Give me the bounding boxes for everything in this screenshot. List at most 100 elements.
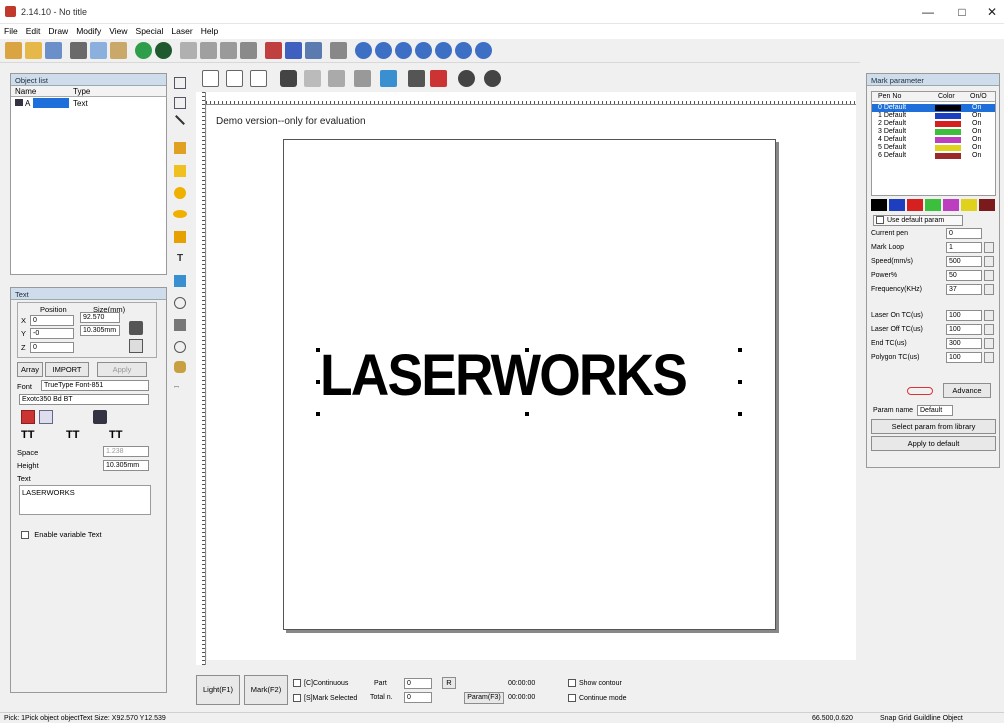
z-position-input[interactable]: 0 bbox=[30, 342, 74, 353]
height-input[interactable]: 10.305mm bbox=[80, 325, 120, 336]
col-type[interactable]: Type bbox=[73, 87, 90, 96]
snap-icon[interactable] bbox=[220, 42, 237, 59]
width-input[interactable]: 92.570 bbox=[80, 312, 120, 323]
part-input[interactable]: 0 bbox=[404, 678, 432, 689]
zoom-page-icon[interactable] bbox=[435, 42, 452, 59]
unlock-object-icon[interactable] bbox=[304, 70, 321, 87]
show-contour-check[interactable] bbox=[568, 679, 576, 687]
font-style-icon[interactable] bbox=[21, 410, 35, 424]
zoom-out-icon[interactable] bbox=[155, 42, 172, 59]
param-name-input[interactable]: Default bbox=[917, 405, 953, 416]
use-default-param-checkbox[interactable]: Use default param bbox=[873, 215, 963, 226]
selection-handle[interactable] bbox=[525, 412, 529, 416]
menu-help[interactable]: Help bbox=[197, 24, 222, 39]
use-default-check[interactable] bbox=[876, 216, 884, 225]
zoom-fit-icon[interactable] bbox=[395, 42, 412, 59]
col-color[interactable]: Color bbox=[938, 93, 955, 100]
open-file-icon[interactable] bbox=[25, 42, 42, 59]
pen-state[interactable]: On bbox=[972, 144, 981, 152]
menu-special[interactable]: Special bbox=[132, 24, 168, 39]
selection-handle[interactable] bbox=[525, 348, 529, 352]
bar-tool-icon[interactable]: ꟷ bbox=[174, 383, 186, 391]
mark-loop-input[interactable]: 1 bbox=[946, 242, 982, 253]
vector-file-icon[interactable] bbox=[174, 297, 186, 309]
col-onoff[interactable]: On/O bbox=[970, 93, 987, 100]
baseline-icon[interactable] bbox=[354, 70, 371, 87]
text-tool-icon[interactable]: T bbox=[174, 253, 186, 265]
pen-row[interactable]: 3 Default On bbox=[872, 128, 995, 136]
end-tc-spinner[interactable] bbox=[984, 338, 994, 349]
apply-button[interactable]: Apply bbox=[97, 362, 147, 377]
drawing-canvas[interactable]: Demo version--only for evaluation LASERW… bbox=[207, 105, 856, 660]
import-button[interactable]: IMPORT bbox=[45, 362, 89, 377]
space-input[interactable]: 1.238 bbox=[103, 446, 149, 457]
circle-tool-icon[interactable] bbox=[174, 187, 186, 199]
pen-state[interactable]: On bbox=[972, 128, 981, 136]
selection-handle[interactable] bbox=[316, 348, 320, 352]
zoom-prev-icon[interactable] bbox=[455, 42, 472, 59]
font-type-select[interactable]: TrueType Font-851 bbox=[41, 380, 149, 391]
mark-selected-checkbox[interactable]: [S]Mark Selected bbox=[293, 694, 357, 702]
align-icon[interactable] bbox=[240, 42, 257, 59]
timer-tool-icon[interactable] bbox=[174, 319, 186, 331]
palette-color-swatch[interactable] bbox=[943, 199, 959, 211]
pen-color-swatch[interactable] bbox=[935, 121, 961, 127]
pen-color-swatch[interactable] bbox=[935, 105, 961, 111]
zoom-select-icon[interactable] bbox=[415, 42, 432, 59]
selection-handle[interactable] bbox=[738, 412, 742, 416]
ellipse-tool-icon[interactable] bbox=[173, 210, 187, 218]
reset-button[interactable]: R bbox=[442, 677, 456, 689]
font-name-select[interactable]: Exotc350 Bd BT bbox=[19, 394, 149, 405]
barcode-icon[interactable] bbox=[330, 42, 347, 59]
lock-icon[interactable] bbox=[129, 321, 143, 335]
continuous-checkbox[interactable]: [C]Continuous bbox=[293, 679, 348, 687]
selection-handle[interactable] bbox=[316, 412, 320, 416]
param-button[interactable]: Param(F3) bbox=[464, 692, 504, 704]
frequency-input[interactable]: 37 bbox=[946, 284, 982, 295]
mirror-h-icon[interactable] bbox=[408, 70, 425, 87]
guide-icon[interactable] bbox=[200, 42, 217, 59]
polygon-tc-input[interactable]: 100 bbox=[946, 352, 982, 363]
pick-icon[interactable] bbox=[380, 70, 397, 87]
selection-handle[interactable] bbox=[738, 380, 742, 384]
zoom-all-icon[interactable] bbox=[375, 42, 392, 59]
unlock-all-icon[interactable] bbox=[328, 70, 345, 87]
pen-row[interactable]: 4 Default On bbox=[872, 136, 995, 144]
select-tool-icon[interactable] bbox=[174, 77, 186, 89]
save-file-icon[interactable] bbox=[45, 42, 62, 59]
close-button[interactable]: ✕ bbox=[978, 3, 1004, 21]
line-tool-icon[interactable] bbox=[175, 115, 185, 125]
menu-edit[interactable]: Edit bbox=[22, 24, 45, 39]
menu-view[interactable]: View bbox=[105, 24, 131, 39]
rectangle-tool-icon[interactable] bbox=[174, 165, 186, 177]
lock-object-icon[interactable] bbox=[280, 70, 297, 87]
pen-state[interactable]: On bbox=[972, 120, 981, 128]
laser-off-spinner[interactable] bbox=[984, 324, 994, 335]
show-icon[interactable] bbox=[458, 70, 475, 87]
new-file-icon[interactable] bbox=[5, 42, 22, 59]
mirror-v-icon[interactable] bbox=[430, 70, 447, 87]
node-edit-icon[interactable] bbox=[174, 97, 186, 109]
polygon-tool-icon[interactable] bbox=[174, 231, 186, 243]
palette-color-swatch[interactable] bbox=[961, 199, 977, 211]
continue-mode-checkbox[interactable]: Continue mode bbox=[568, 694, 626, 702]
transform-icon[interactable] bbox=[285, 42, 302, 59]
continuous-check[interactable] bbox=[293, 679, 301, 687]
italic-icon[interactable] bbox=[39, 410, 53, 424]
pan-icon[interactable] bbox=[475, 42, 492, 59]
continue-mode-check[interactable] bbox=[568, 694, 576, 702]
io-tool-icon[interactable] bbox=[174, 341, 186, 353]
speed-spinner[interactable] bbox=[984, 256, 994, 267]
laser-off-input[interactable]: 100 bbox=[946, 324, 982, 335]
pen-color-swatch[interactable] bbox=[935, 113, 961, 119]
pen-state[interactable]: On bbox=[972, 112, 981, 120]
selection-handle[interactable] bbox=[316, 380, 320, 384]
pen-state[interactable]: On bbox=[972, 152, 981, 160]
current-pen-input[interactable]: 0 bbox=[946, 228, 982, 239]
save-font-icon[interactable] bbox=[93, 410, 107, 424]
pen-color-swatch[interactable] bbox=[935, 137, 961, 143]
minimize-button[interactable]: — bbox=[914, 3, 942, 21]
pen-color-swatch[interactable] bbox=[935, 129, 961, 135]
x-position-input[interactable]: 0 bbox=[30, 315, 74, 326]
frequency-spinner[interactable] bbox=[984, 284, 994, 295]
